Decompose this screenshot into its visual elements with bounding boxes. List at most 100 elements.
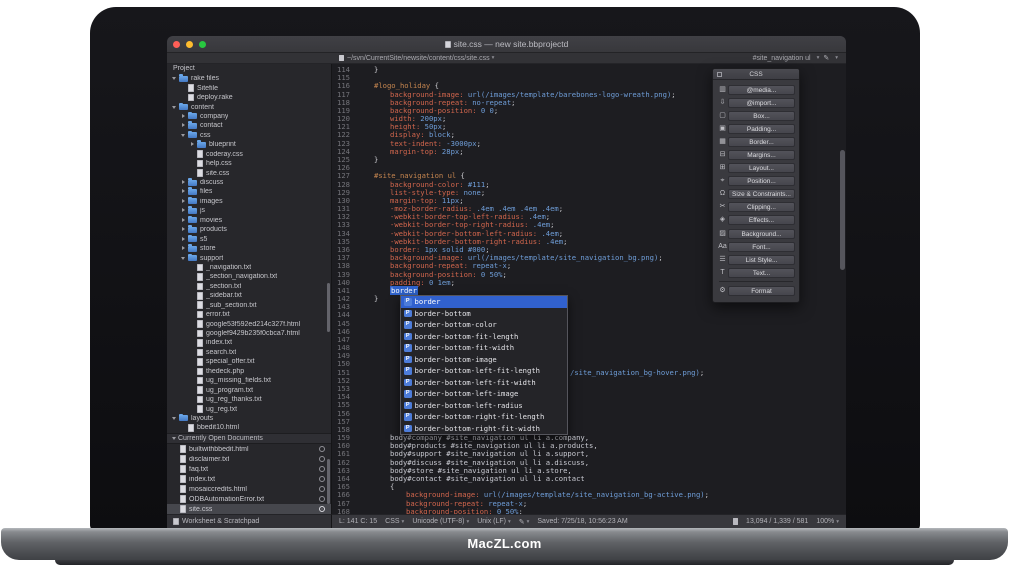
autocomplete-item[interactable]: Pborder-bottom-left-radius xyxy=(401,400,567,412)
open-document-item[interactable]: builtwithbbedit.html xyxy=(167,444,331,454)
tree-item[interactable]: site.css xyxy=(167,168,331,177)
tree-item[interactable]: contact xyxy=(167,121,331,130)
tree-item[interactable]: _navigation.txt xyxy=(167,263,331,272)
tree-item[interactable]: index.txt xyxy=(167,338,331,347)
tree-item[interactable]: special_offer.txt xyxy=(167,357,331,366)
editor-scrollbar-thumb[interactable] xyxy=(840,150,845,270)
tree-item[interactable]: ug_missing_fields.txt xyxy=(167,376,331,385)
palette-button-format[interactable]: Format xyxy=(728,286,795,296)
tree-item[interactable]: js xyxy=(167,206,331,215)
tree-item[interactable]: _sidebar.txt xyxy=(167,291,331,300)
open-document-item[interactable]: site.css xyxy=(167,504,331,514)
tree-item[interactable]: files xyxy=(167,187,331,196)
worksheet-footer[interactable]: Worksheet & Scratchpad xyxy=(167,514,332,528)
autocomplete-item[interactable]: Pborder-bottom-right-fit-length xyxy=(401,411,567,423)
tree-item[interactable]: discuss xyxy=(167,178,331,187)
tree-item[interactable]: help.css xyxy=(167,159,331,168)
palette-button-text[interactable]: Text... xyxy=(728,268,795,278)
tree-item[interactable]: images xyxy=(167,197,331,206)
tree-item[interactable]: s5 xyxy=(167,234,331,243)
tree-item[interactable]: coderay.css xyxy=(167,150,331,159)
language-popup[interactable]: CSS▾ xyxy=(385,518,404,525)
function-popup[interactable]: #site_navigation ul xyxy=(753,55,811,62)
open-document-item[interactable]: faq.txt xyxy=(167,464,331,474)
tree-item[interactable]: support xyxy=(167,253,331,262)
tree-item[interactable]: css xyxy=(167,131,331,140)
palette-button-box[interactable]: Box... xyxy=(728,111,795,121)
code-line[interactable]: body#contact #site_navigation ul li a.co… xyxy=(390,475,585,483)
close-document-icon[interactable] xyxy=(319,446,326,453)
close-document-icon[interactable] xyxy=(319,456,326,463)
autocomplete-item[interactable]: Pborder-bottom-image xyxy=(401,354,567,366)
autocomplete-item[interactable]: Pborder-bottom-color xyxy=(401,319,567,331)
palette-button-padding[interactable]: Padding... xyxy=(728,124,795,134)
disclosure-triangle[interactable] xyxy=(180,254,187,263)
disclosure-triangle[interactable] xyxy=(180,178,187,187)
palette-button-margins[interactable]: Margins... xyxy=(728,150,795,160)
autocomplete-item[interactable]: Pborder-bottom-right-fit-width xyxy=(401,423,567,435)
palette-titlebar[interactable]: CSS xyxy=(713,69,799,80)
tree-item[interactable]: products xyxy=(167,225,331,234)
tree-item[interactable]: googlef9429b235f0cbca7.html xyxy=(167,329,331,338)
palette-button-border[interactable]: Border... xyxy=(728,137,795,147)
tree-item[interactable]: Sitefile xyxy=(167,83,331,92)
palette-button-effects[interactable]: Effects... xyxy=(728,215,795,225)
palette-button-font[interactable]: Font... xyxy=(728,242,795,252)
palette-button-size-constraints[interactable]: Size & Constraints... xyxy=(728,189,795,199)
palette-button-import[interactable]: @import... xyxy=(728,98,795,108)
tree-item[interactable]: thedeck.php xyxy=(167,367,331,376)
open-document-item[interactable]: ODBAutomationError.txt xyxy=(167,494,331,504)
tree-item[interactable]: error.txt xyxy=(167,310,331,319)
palette-button-clipping[interactable]: Clipping... xyxy=(728,202,795,212)
disclosure-triangle[interactable] xyxy=(180,187,187,196)
autocomplete-item[interactable]: Pborder-bottom-fit-width xyxy=(401,342,567,354)
code-line[interactable]: } xyxy=(374,156,378,164)
tree-item[interactable]: rake files xyxy=(167,74,331,83)
open-docs-scrollbar-thumb[interactable] xyxy=(327,459,330,504)
autocomplete-item[interactable]: Pborder-bottom-left-fit-length xyxy=(401,365,567,377)
disclosure-triangle[interactable] xyxy=(180,216,187,225)
file-path-popup[interactable]: ~/svn/CurrentSite/newsite/content/css/si… xyxy=(347,55,490,62)
disclosure-triangle[interactable] xyxy=(171,74,178,83)
close-document-icon[interactable] xyxy=(319,506,326,513)
sidebar-scrollbar-thumb[interactable] xyxy=(327,283,330,332)
palette-button-layout[interactable]: Layout... xyxy=(728,163,795,173)
autocomplete-item[interactable]: Pborder xyxy=(401,296,567,308)
open-document-item[interactable]: disclaimer.txt xyxy=(167,454,331,464)
code-line[interactable]: { xyxy=(390,483,394,491)
close-document-icon[interactable] xyxy=(319,466,326,473)
autocomplete-item[interactable]: Pborder-bottom-left-image xyxy=(401,388,567,400)
disclosure-triangle[interactable] xyxy=(180,244,187,253)
disclosure-triangle[interactable] xyxy=(180,112,187,121)
disclosure-triangle[interactable] xyxy=(171,414,178,423)
code-line[interactable]: } xyxy=(374,295,378,303)
tree-item[interactable]: bbedit10.html xyxy=(167,423,331,432)
pencil-icon[interactable]: ✎ xyxy=(823,54,829,62)
disclosure-triangle[interactable] xyxy=(171,434,178,443)
tree-item[interactable]: google53f592ed214c327f.html xyxy=(167,319,331,328)
close-document-icon[interactable] xyxy=(319,496,326,503)
tree-item[interactable]: ug_reg.txt xyxy=(167,404,331,413)
tree-item[interactable]: company xyxy=(167,112,331,121)
disclosure-triangle[interactable] xyxy=(180,131,187,140)
tree-item[interactable]: _sub_section.txt xyxy=(167,301,331,310)
code-line[interactable]: margin-top: 28px; xyxy=(390,148,464,156)
window-titlebar[interactable]: site.css — new site.bbprojectd xyxy=(167,36,846,53)
open-document-item[interactable]: index.txt xyxy=(167,474,331,484)
tree-item[interactable]: blueprint xyxy=(167,140,331,149)
tree-item[interactable]: layouts xyxy=(167,414,331,423)
line-ending-popup[interactable]: Unix (LF)▾ xyxy=(477,518,511,525)
disclosure-triangle[interactable] xyxy=(180,235,187,244)
tree-item[interactable]: _section_navigation.txt xyxy=(167,272,331,281)
zoom-popup[interactable]: 100%▾ xyxy=(816,518,839,525)
palette-button-list-style[interactable]: List Style... xyxy=(728,255,795,265)
close-document-icon[interactable] xyxy=(319,476,326,483)
code-line[interactable]: border xyxy=(390,287,418,295)
code-line[interactable]: /site_navigation_bg-hover.png); xyxy=(570,369,704,377)
disclosure-triangle[interactable] xyxy=(180,197,187,206)
disclosure-triangle[interactable] xyxy=(180,225,187,234)
tree-item[interactable]: movies xyxy=(167,216,331,225)
tree-item[interactable]: search.txt xyxy=(167,348,331,357)
close-document-icon[interactable] xyxy=(319,486,326,493)
encoding-popup[interactable]: Unicode (UTF-8)▾ xyxy=(412,518,469,525)
